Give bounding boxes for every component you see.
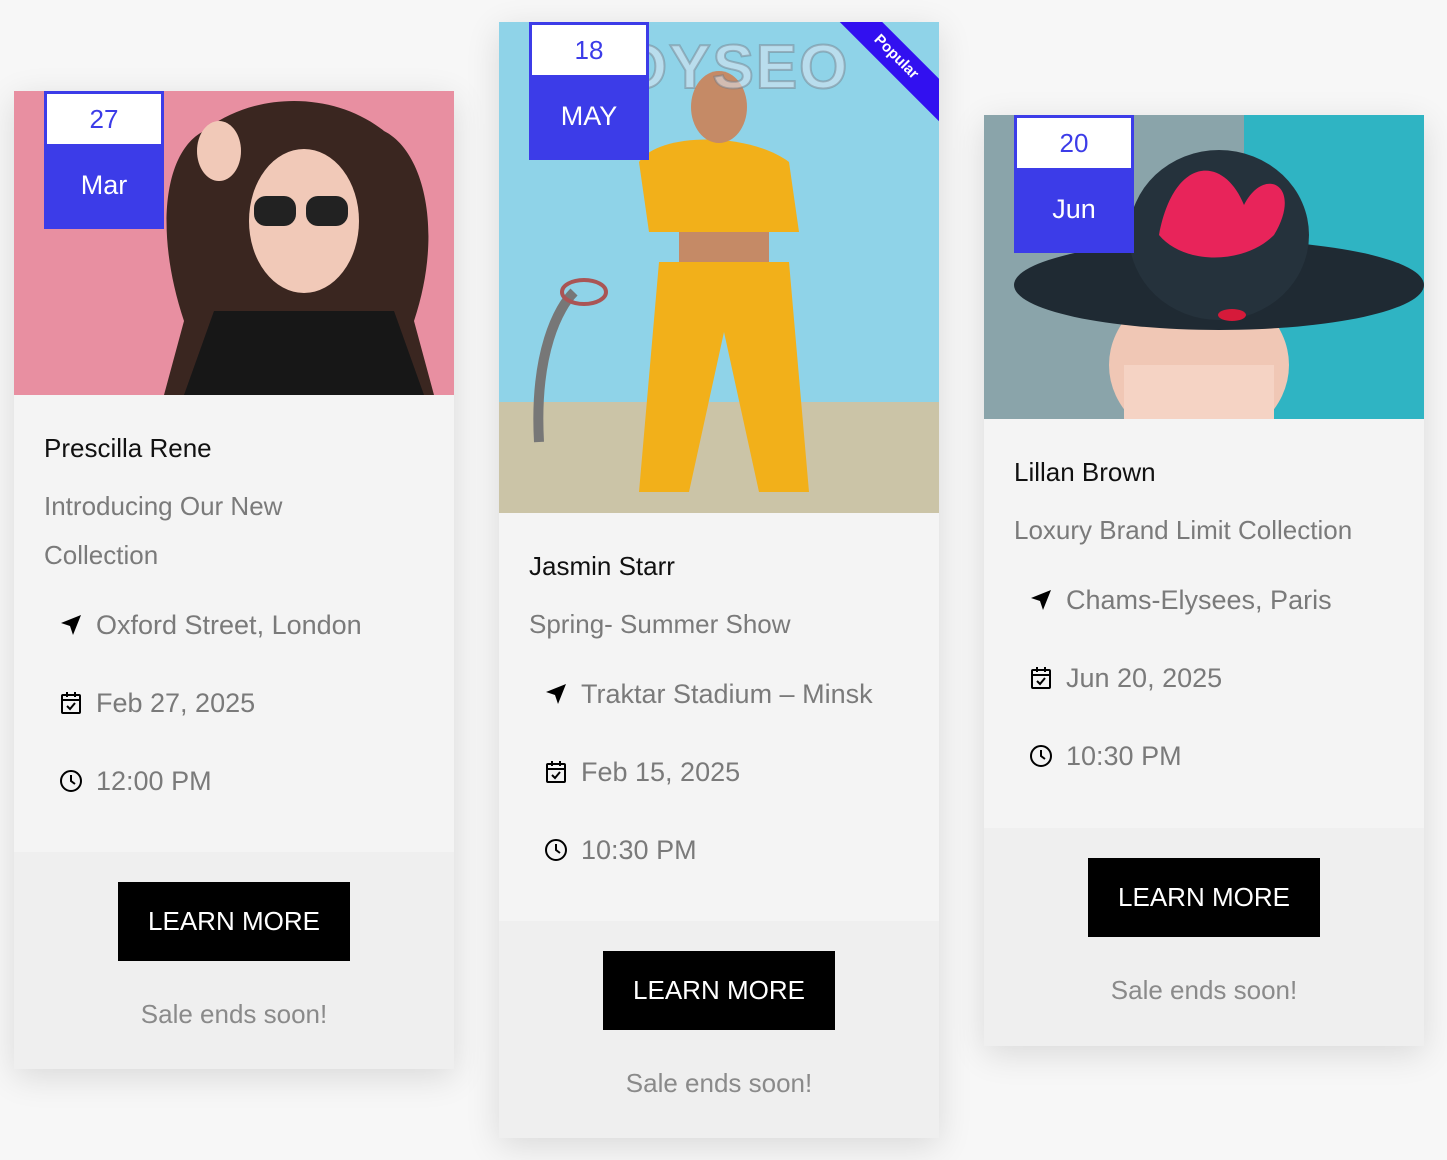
date-text: Feb 15, 2025 [581, 756, 741, 787]
date-month: Jun [1052, 194, 1096, 224]
organizer-name: Prescilla Rene [44, 433, 212, 463]
date-text: Feb 27, 2025 [96, 687, 256, 718]
event-title[interactable]: Spring- Summer Show [529, 600, 909, 649]
calendar-check-icon [541, 757, 571, 787]
date-month: MAY [560, 101, 618, 131]
event-time: 12:00 PM [44, 742, 424, 820]
clock-icon [541, 835, 571, 865]
navigation-arrow-icon [1026, 585, 1056, 615]
event-card: LOYSEO Popular 18 MAY Jasmin Starr Sprin… [499, 22, 939, 1138]
date-badge: 27 Mar [44, 91, 164, 229]
learn-more-button[interactable]: LEARN MORE [603, 951, 835, 1030]
organizer-name: Lillan Brown [1014, 457, 1156, 487]
sale-note: Sale ends soon! [625, 1068, 813, 1098]
event-date: Feb 27, 2025 [44, 664, 424, 742]
event-time: 10:30 PM [529, 811, 909, 889]
calendar-check-icon [1026, 663, 1056, 693]
date-month: Mar [80, 170, 128, 200]
location-text: Traktar Stadium – Minsk [581, 678, 873, 709]
event-time: 10:30 PM [1014, 717, 1394, 795]
event-card: 27 Mar Prescilla Rene Introducing Our Ne… [14, 91, 454, 1069]
learn-more-button[interactable]: LEARN MORE [1088, 858, 1320, 937]
card-footer: LEARN MORE Sale ends soon! [984, 828, 1424, 1046]
date-text: Jun 20, 2025 [1066, 662, 1223, 693]
clock-icon [1026, 741, 1056, 771]
navigation-arrow-icon [56, 610, 86, 640]
event-location: Oxford Street, London [44, 586, 424, 664]
organizer-name: Jasmin Starr [529, 551, 675, 581]
location-text: Oxford Street, London [96, 609, 362, 640]
event-title[interactable]: Introducing Our New Collection [44, 482, 344, 580]
sale-note: Sale ends soon! [140, 999, 328, 1029]
sale-note: Sale ends soon! [1110, 975, 1298, 1005]
card-footer: LEARN MORE Sale ends soon! [499, 921, 939, 1138]
event-image[interactable]: 20 Jun [984, 115, 1424, 419]
event-date: Jun 20, 2025 [1014, 639, 1394, 717]
clock-icon [56, 766, 86, 796]
navigation-arrow-icon [541, 679, 571, 709]
card-footer: LEARN MORE Sale ends soon! [14, 852, 454, 1069]
event-date: Feb 15, 2025 [529, 733, 909, 811]
event-image[interactable]: LOYSEO Popular 18 MAY [499, 22, 939, 513]
event-title[interactable]: Loxury Brand Limit Collection [1014, 506, 1394, 555]
date-day: 27 [47, 94, 161, 144]
event-location: Traktar Stadium – Minsk [529, 655, 909, 733]
location-text: Chams-Elysees, Paris [1066, 584, 1332, 615]
calendar-check-icon [56, 688, 86, 718]
date-day: 20 [1017, 118, 1131, 168]
date-badge: 18 MAY [529, 22, 649, 160]
date-day: 18 [532, 25, 646, 75]
event-location: Chams-Elysees, Paris [1014, 561, 1394, 639]
event-image[interactable]: 27 Mar [14, 91, 454, 395]
event-card: 20 Jun Lillan Brown Loxury Brand Limit C… [984, 115, 1424, 1046]
learn-more-button[interactable]: LEARN MORE [118, 882, 350, 961]
time-text: 12:00 PM [96, 765, 212, 796]
time-text: 10:30 PM [1066, 740, 1182, 771]
date-badge: 20 Jun [1014, 115, 1134, 253]
time-text: 10:30 PM [581, 834, 697, 865]
